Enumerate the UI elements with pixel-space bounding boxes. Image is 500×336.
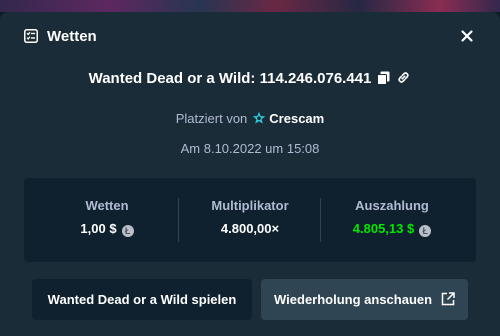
bet-title-row: Wanted Dead or a Wild: 114.246.076.441 (0, 70, 500, 87)
bet-details-modal: Wetten Wanted Dead or a Wild: 114.246.07… (0, 12, 500, 336)
placed-by-label: Platziert von (175, 111, 248, 126)
background-game-banner (0, 0, 500, 12)
wager-label: Wetten (85, 198, 129, 213)
litecoin-icon: Ł (121, 225, 134, 237)
username-link[interactable]: Crescam (269, 111, 324, 126)
payout-label: Auszahlung (355, 198, 429, 213)
stat-multiplier: Multiplikator 4.800,00× (175, 178, 325, 262)
watch-replay-button[interactable]: Wiederholung anschauen (261, 279, 468, 320)
payout-value-row: 4.805,13 $ Ł (317, 221, 467, 237)
wager-value-row: 1,00 $ Ł (32, 221, 182, 237)
stat-wager: Wetten 1,00 $ Ł (32, 178, 182, 262)
stat-payout: Auszahlung 4.805,13 $ Ł (317, 178, 467, 262)
multiplier-value: 4.800,00× (220, 221, 280, 236)
payout-value: 4.805,13 $ (352, 221, 415, 236)
close-icon[interactable] (458, 27, 476, 45)
watch-replay-label: Wiederholung anschauen (274, 292, 433, 307)
modal-header: Wetten (0, 12, 500, 60)
copy-icon[interactable] (377, 71, 390, 85)
link-icon[interactable] (396, 70, 411, 85)
bet-date: Am 8.10.2022 um 15:08 (180, 141, 320, 156)
wager-value: 1,00 $ (80, 221, 117, 236)
play-game-button[interactable]: Wanted Dead or a Wild spielen (32, 279, 252, 320)
multiplier-label: Multiplikator (211, 198, 289, 213)
bet-stats-panel: Wetten 1,00 $ Ł Multiplikator 4.800,00× A… (24, 178, 476, 262)
bet-list-icon (24, 29, 38, 43)
placed-by-row: Platziert von Crescam (0, 111, 500, 126)
bet-title: Wanted Dead or a Wild: 114.246.076.441 (88, 70, 372, 87)
external-link-icon (441, 292, 455, 306)
vip-star-icon (253, 111, 266, 124)
litecoin-icon: Ł (419, 225, 432, 237)
modal-title: Wetten (47, 28, 97, 45)
